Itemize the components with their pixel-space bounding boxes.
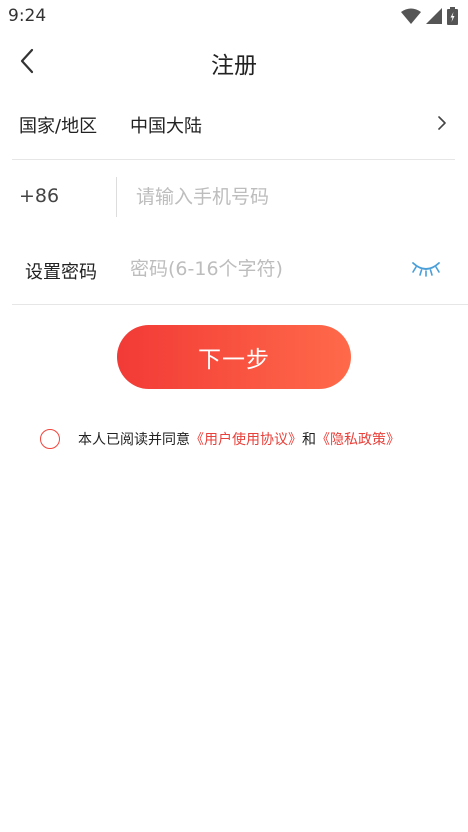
header: 注册 xyxy=(0,36,468,86)
password-row: 设置密码 xyxy=(12,233,468,305)
wifi-icon xyxy=(401,8,421,24)
country-selector[interactable]: 国家/地区 中国大陆 xyxy=(12,90,455,160)
agreement-prefix: 本人已阅读并同意 xyxy=(78,432,190,448)
password-label: 设置密码 xyxy=(25,262,97,283)
eye-closed-icon[interactable] xyxy=(410,259,442,279)
phone-prefix[interactable]: +86 xyxy=(19,185,59,207)
status-time: 9:24 xyxy=(8,6,47,26)
battery-icon xyxy=(447,7,458,25)
signal-icon xyxy=(426,8,442,24)
status-icons xyxy=(401,7,458,25)
agreement-text: 本人已阅读并同意《用户使用协议》和《隐私政策》 xyxy=(78,429,400,449)
phone-divider xyxy=(116,177,117,217)
page-title: 注册 xyxy=(211,53,257,79)
agreement-row: 本人已阅读并同意《用户使用协议》和《隐私政策》 xyxy=(40,427,460,451)
country-value: 中国大陆 xyxy=(130,116,202,137)
user-agreement-link[interactable]: 《用户使用协议》 xyxy=(190,432,302,448)
country-label: 国家/地区 xyxy=(19,116,98,137)
agreement-conjunction: 和 xyxy=(302,432,316,448)
password-input[interactable] xyxy=(130,251,400,287)
agree-checkbox[interactable] xyxy=(40,429,60,449)
phone-input[interactable] xyxy=(136,179,436,215)
next-button[interactable]: 下一步 xyxy=(117,325,351,389)
privacy-policy-link[interactable]: 《隐私政策》 xyxy=(316,432,400,448)
phone-row: +86 xyxy=(12,161,455,233)
status-bar: 9:24 xyxy=(0,0,468,32)
chevron-right-icon xyxy=(438,116,446,130)
